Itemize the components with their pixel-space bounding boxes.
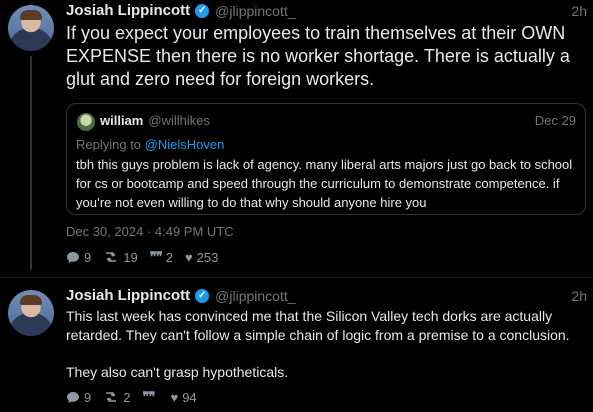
quoted-tweet-date: Dec 29	[534, 113, 576, 128]
heart-icon: ♥	[184, 249, 193, 265]
reply-button[interactable]: 9	[66, 390, 91, 405]
author-avatar[interactable]	[8, 5, 54, 51]
quote-button[interactable]: ❞❞	[142, 389, 158, 405]
like-count: 94	[182, 389, 197, 405]
reply-count: 9	[84, 389, 92, 405]
tweet-text: This last week has convinced me that the…	[66, 308, 570, 343]
retweet-icon	[106, 252, 117, 262]
like-button[interactable]: ♥ 253	[185, 250, 218, 265]
tweet-timestamp[interactable]: Dec 30, 2024 · 4:49 PM UTC	[66, 224, 234, 239]
quote-button[interactable]: ❞❞ 2	[150, 249, 173, 265]
quoted-author-avatar	[77, 113, 95, 131]
tweet-text: If you expect your employees to train th…	[66, 23, 570, 89]
replying-to-label: Replying to	[76, 137, 142, 152]
tweet-2: Josiah Lippincott ✓ @jlippincott_ 2h Thi…	[0, 285, 593, 412]
retweet-button[interactable]: 19	[103, 249, 138, 265]
tweet-time[interactable]: 2h	[571, 288, 587, 304]
heart-icon: ♥	[170, 389, 179, 405]
retweet-count: 2	[123, 389, 131, 405]
quote-count: 2	[165, 249, 173, 265]
quoted-tweet-text: tbh this guys problem is lack of agency.…	[76, 157, 573, 210]
quoted-author-handle: @willhikes	[148, 113, 210, 128]
quoted-tweet-header: william @willhikes	[100, 113, 210, 128]
author-handle[interactable]: @jlippincott_	[215, 3, 295, 19]
tweet-text-2: They also can't grasp hypotheticals.	[66, 364, 289, 380]
like-count: 253	[196, 249, 219, 265]
tweet-actions: 9 2 ❞❞ ♥ 94	[66, 389, 197, 405]
tweet-1: Josiah Lippincott ✓ @jlippincott_ 2h If …	[0, 0, 593, 280]
reply-icon	[67, 251, 79, 263]
tweet-actions: 9 19 ❞❞ 2 ♥ 253	[66, 249, 218, 265]
replying-to: Replying to @NielsHoven	[76, 137, 224, 152]
thread-line	[30, 56, 32, 270]
retweet-button[interactable]: 2	[103, 390, 130, 405]
reply-button[interactable]: 9	[66, 250, 91, 265]
quoted-author-name: william	[100, 113, 144, 128]
tweet-divider	[0, 277, 593, 278]
author-name[interactable]: Josiah Lippincott	[66, 287, 190, 304]
reply-count: 9	[84, 249, 92, 265]
tweet-header: Josiah Lippincott ✓ @jlippincott_	[66, 2, 296, 19]
like-button[interactable]: ♥ 94	[170, 390, 196, 405]
author-avatar[interactable]	[8, 290, 54, 336]
tweet-time[interactable]: 2h	[571, 3, 587, 19]
retweet-count: 19	[123, 249, 138, 265]
replying-to-mention[interactable]: @NielsHoven	[145, 137, 225, 152]
retweet-icon	[106, 392, 117, 402]
tweet-header: Josiah Lippincott ✓ @jlippincott_	[66, 287, 296, 304]
author-name[interactable]: Josiah Lippincott	[66, 2, 190, 19]
quote-icon: ❞❞	[149, 249, 163, 264]
verified-badge-icon: ✓	[195, 288, 210, 303]
reply-icon	[67, 391, 79, 403]
quoted-tweet[interactable]: william @willhikes Dec 29 Replying to @N…	[66, 103, 586, 215]
verified-badge-icon: ✓	[195, 3, 210, 18]
author-handle[interactable]: @jlippincott_	[215, 288, 295, 304]
quote-icon: ❞❞	[142, 389, 155, 404]
